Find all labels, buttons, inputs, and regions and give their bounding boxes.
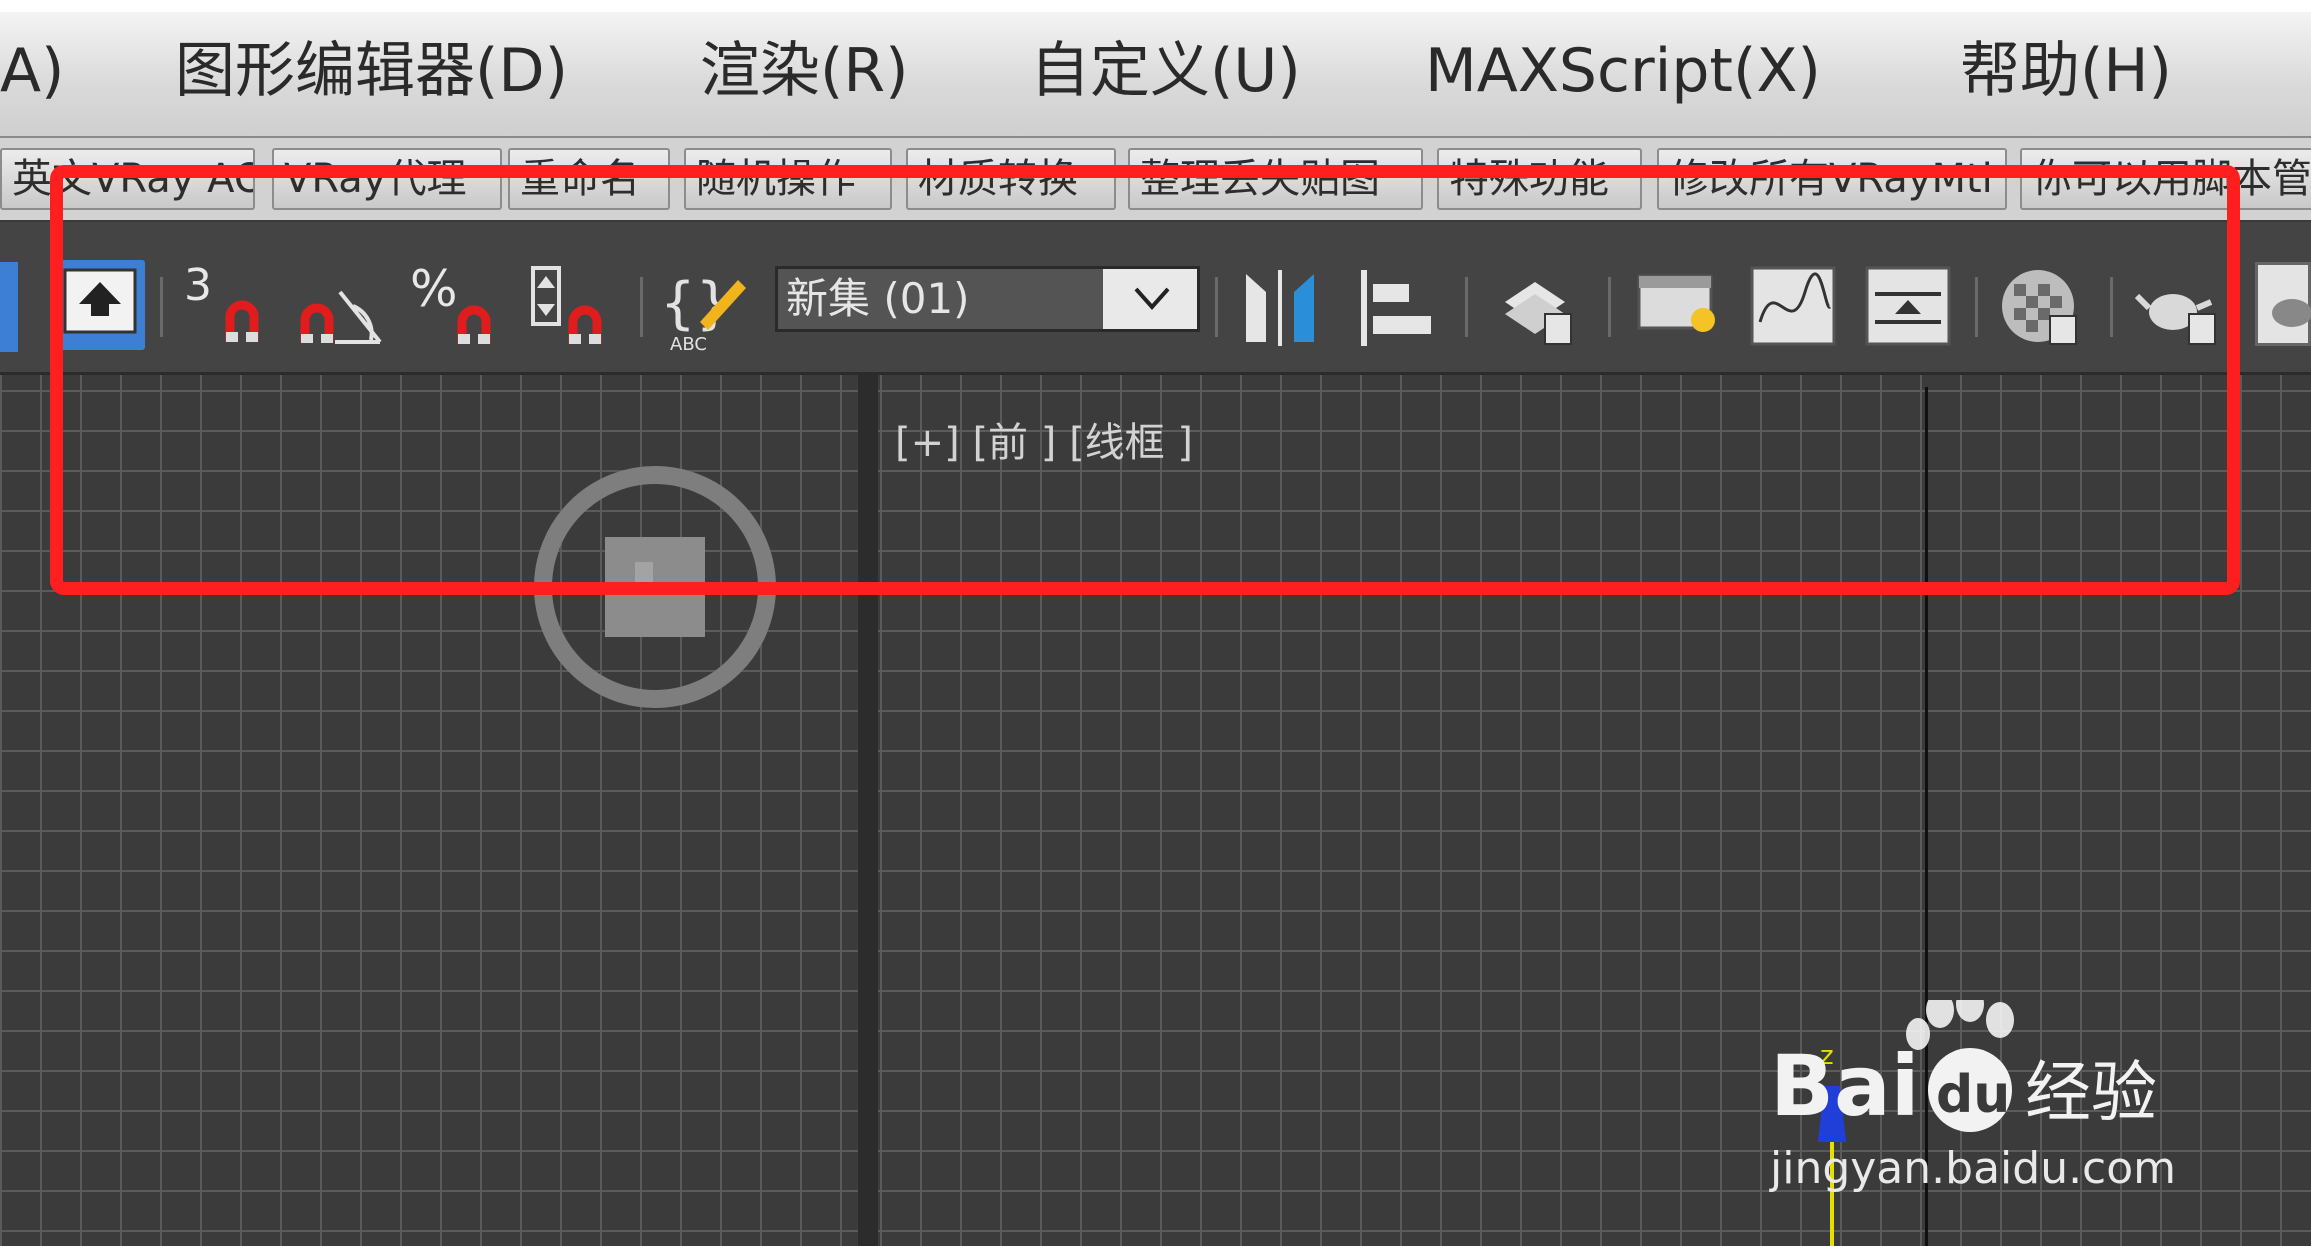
menu-item-customize[interactable]: 自定义(U) [1030,26,1301,116]
svg-text:du: du [1936,1065,2010,1125]
svg-text:经验: 经验 [2025,1054,2157,1131]
menu-item-partial[interactable]: A) [0,26,64,116]
red-highlight-box [50,165,2240,595]
select-object-icon[interactable] [0,262,18,352]
watermark-url: jingyan.baidu.com [1770,1143,2177,1194]
rendered-frame-window-icon[interactable] [2255,262,2311,346]
menu-item-help[interactable]: 帮助(H) [1960,26,2172,116]
menu-bar: A) 图形编辑器(D) 渲染(R) 自定义(U) MAXScript(X) 帮助… [0,12,2311,138]
menu-item-graph-editors[interactable]: 图形编辑器(D) [175,26,568,116]
menu-item-maxscript[interactable]: MAXScript(X) [1425,26,1821,116]
svg-text:Bai: Bai [1770,1037,1920,1135]
menu-item-rendering[interactable]: 渲染(R) [700,26,909,116]
